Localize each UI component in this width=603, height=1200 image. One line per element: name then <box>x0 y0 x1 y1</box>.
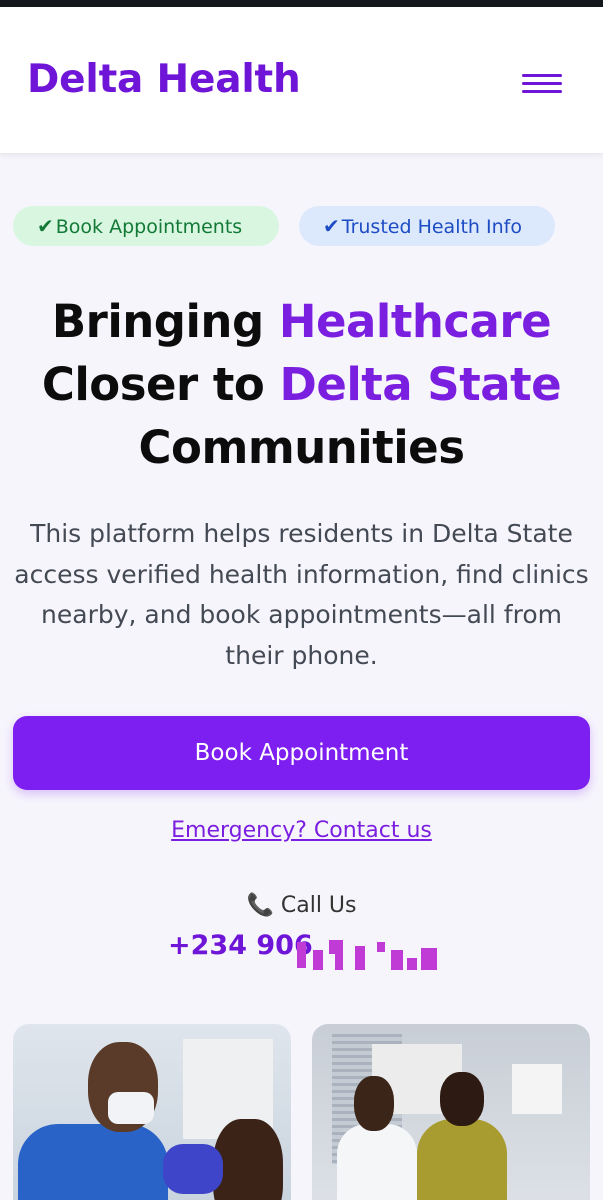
patient-head <box>440 1072 484 1126</box>
book-appointment-button[interactable]: Book Appointment <box>13 716 590 790</box>
hero-title-accent: Delta State <box>279 358 562 411</box>
hero-title-accent: Healthcare <box>278 295 552 348</box>
phone-number-link[interactable]: +234 906 <box>168 930 313 961</box>
hero-title: Bringing Healthcare Closer to Delta Stat… <box>0 290 603 479</box>
patient-head <box>213 1119 283 1200</box>
badge-label: Book Appointments <box>55 216 243 238</box>
menu-bar-line <box>522 82 562 85</box>
hero-title-line-1: Bringing Healthcare <box>51 295 552 348</box>
hero-title-line-2: Closer to Delta State <box>41 358 562 411</box>
site-header: Delta Health <box>0 7 603 153</box>
glove-hand <box>163 1144 223 1194</box>
hamburger-menu-icon[interactable] <box>520 67 564 99</box>
doctor-coat <box>337 1124 417 1200</box>
dentist-mask <box>108 1092 154 1124</box>
badge-label: Trusted Health Info <box>341 216 522 238</box>
badge-book-appointments: ✔ Book Appointments <box>13 206 279 246</box>
wall-poster <box>512 1064 562 1114</box>
hero-title-line-3: Communities <box>138 421 465 474</box>
redacted-phone-digits <box>295 936 445 972</box>
doctor-head <box>354 1076 394 1131</box>
hero-title-text: Closer to <box>41 358 280 411</box>
check-icon: ✔ <box>323 214 340 238</box>
menu-bar-line <box>522 74 562 77</box>
menu-bar-line <box>522 90 562 93</box>
hero-title-text: Bringing <box>51 295 279 348</box>
status-bar <box>0 0 603 7</box>
hero-description: This platform helps residents in Delta S… <box>14 519 589 670</box>
brand-logo-text[interactable]: Delta Health <box>27 57 301 102</box>
patient-dress <box>417 1119 507 1200</box>
check-icon: ✔ <box>37 214 54 238</box>
emergency-contact-link[interactable]: Emergency? Contact us <box>0 818 603 843</box>
badge-trusted-health-info: ✔ Trusted Health Info <box>299 206 555 246</box>
dentist-body <box>18 1124 168 1200</box>
call-us-label: 📞 Call Us <box>246 893 357 918</box>
clinic-consultation-image-card[interactable] <box>312 1024 590 1200</box>
dental-care-image-card[interactable] <box>13 1024 291 1200</box>
